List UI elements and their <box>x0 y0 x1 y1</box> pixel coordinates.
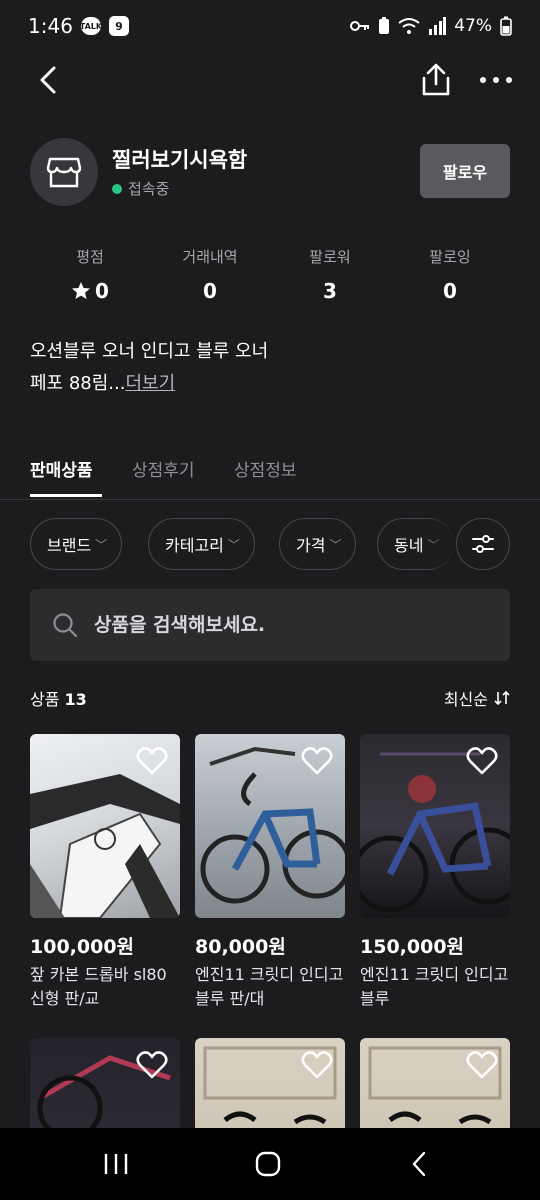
product-image <box>360 734 510 918</box>
stat-value: 0 <box>95 279 109 303</box>
battery-percent: 47% <box>454 16 492 36</box>
stat-transactions[interactable]: 거래내역 0 <box>150 246 270 303</box>
filter-chips: 브랜드﹀ 카테고리﹀ 가격﹀ 동네﹀ <box>30 518 510 570</box>
product-image <box>195 734 345 918</box>
stat-label: 평점 <box>76 248 104 266</box>
tab-shop-info[interactable]: 상점정보 <box>234 456 297 481</box>
tab-products[interactable]: 판매상품 <box>30 456 93 481</box>
filter-label: 브랜드 <box>47 536 92 555</box>
shop-avatar[interactable] <box>30 138 98 206</box>
shop-name: 찔러보기시욕함 <box>112 148 248 172</box>
tab-active-indicator <box>30 494 102 497</box>
bio-line: 오션블루 오너 인디고 블루 오너 <box>30 341 269 362</box>
kakaotalk-notification-icon: TALK <box>80 17 102 35</box>
recent-apps-icon[interactable] <box>96 1148 136 1180</box>
back-icon[interactable] <box>30 60 70 100</box>
product-card[interactable]: 150,000원 엔진11 크릿디 인디고 블루 <box>360 734 510 1011</box>
search-icon <box>53 613 78 638</box>
sort-icon <box>494 690 510 706</box>
bio-more-link[interactable]: 더보기 <box>125 373 175 394</box>
follow-button[interactable]: 팔로우 <box>420 144 510 198</box>
heart-icon[interactable] <box>301 1050 333 1080</box>
chevron-down-icon: ﹀ <box>329 537 342 552</box>
filter-label: 가격 <box>296 536 326 555</box>
key-icon <box>350 21 370 31</box>
status-indicators: 47% <box>350 16 512 36</box>
stat-value: 0 <box>443 279 457 303</box>
tab-reviews[interactable]: 상점후기 <box>132 456 195 481</box>
stat-label: 팔로워 <box>309 248 351 266</box>
product-search[interactable] <box>30 589 510 661</box>
shop-bio: 오션블루 오너 인디고 블루 오너 페포 88림...더보기 <box>30 336 268 400</box>
product-price: 80,000원 <box>195 936 286 958</box>
heart-icon[interactable] <box>466 1050 498 1080</box>
filter-label: 동네 <box>394 536 424 555</box>
location-app-notification-icon: 9 <box>108 16 129 36</box>
stat-label: 팔로잉 <box>429 248 471 266</box>
online-dot <box>112 183 122 194</box>
filter-brand[interactable]: 브랜드 ﹀ <box>30 518 123 570</box>
stat-label: 거래내역 <box>182 248 238 266</box>
sort-label: 최신순 <box>443 690 488 709</box>
chevron-down-icon: ﹀ <box>227 537 240 552</box>
stat-value: 3 <box>323 279 337 303</box>
product-title: 엔진11 크릿디 인디고 블루 <box>360 965 509 1008</box>
battery-icon <box>500 16 512 36</box>
wifi-icon <box>398 18 420 34</box>
product-image <box>30 734 180 918</box>
heart-icon[interactable] <box>301 746 333 776</box>
home-icon[interactable] <box>248 1148 288 1180</box>
system-nav-bar <box>0 1128 540 1200</box>
stat-rating[interactable]: 평점 0 <box>30 246 150 303</box>
product-count-value: 13 <box>64 690 87 709</box>
filter-settings-button[interactable] <box>456 518 510 570</box>
battery-saver-icon <box>379 17 390 34</box>
filter-label: 카테고리 <box>165 536 224 555</box>
heart-icon[interactable] <box>466 746 498 776</box>
back-nav-icon[interactable] <box>400 1148 440 1180</box>
product-count-label: 상품 <box>30 690 60 709</box>
store-icon <box>46 157 82 188</box>
product-price: 150,000원 <box>360 936 465 958</box>
product-title: 잪 카본 드롭바 sl80 신형 판/교 <box>30 965 167 1008</box>
stat-value: 0 <box>203 279 217 303</box>
stat-following[interactable]: 팔로잉 0 <box>390 246 510 303</box>
shop-stats: 평점 0 거래내역 0 팔로워 3 팔로잉 0 <box>30 246 510 303</box>
online-status-label: 접속중 <box>128 180 170 198</box>
sort-dropdown[interactable]: 최신순 <box>444 686 510 710</box>
filter-price[interactable]: 가격 ﹀ <box>279 518 357 570</box>
filter-category[interactable]: 카테고리 ﹀ <box>148 518 255 570</box>
heart-icon[interactable] <box>136 746 168 776</box>
product-card[interactable]: 100,000원 잪 카본 드롭바 sl80 신형 판/교 <box>30 734 180 1011</box>
search-input[interactable] <box>94 614 474 636</box>
sliders-icon <box>472 535 494 553</box>
product-card[interactable]: 80,000원 엔진11 크릿디 인디고 블루 판/대 <box>195 734 345 1011</box>
top-nav <box>0 52 540 108</box>
status-time: 1:46 <box>28 14 73 38</box>
online-status: 접속중 <box>112 178 169 199</box>
star-icon <box>72 282 91 299</box>
signal-icon <box>429 17 447 35</box>
product-title: 엔진11 크릿디 인디고 블루 판/대 <box>195 965 344 1008</box>
share-icon[interactable] <box>416 60 456 100</box>
shop-tabs: 판매상품 상점후기 상점정보 <box>0 452 540 500</box>
chevron-down-icon: ﹀ <box>95 537 108 552</box>
product-count: 상품 13 <box>30 686 87 710</box>
bio-line: 페포 88림... <box>30 373 126 394</box>
chips-fade <box>426 518 456 570</box>
stat-followers[interactable]: 팔로워 3 <box>270 246 390 303</box>
heart-icon[interactable] <box>136 1050 168 1080</box>
product-price: 100,000원 <box>30 936 135 958</box>
more-icon[interactable] <box>474 60 518 100</box>
status-bar: 1:46 TALK 9 47% <box>0 0 540 52</box>
